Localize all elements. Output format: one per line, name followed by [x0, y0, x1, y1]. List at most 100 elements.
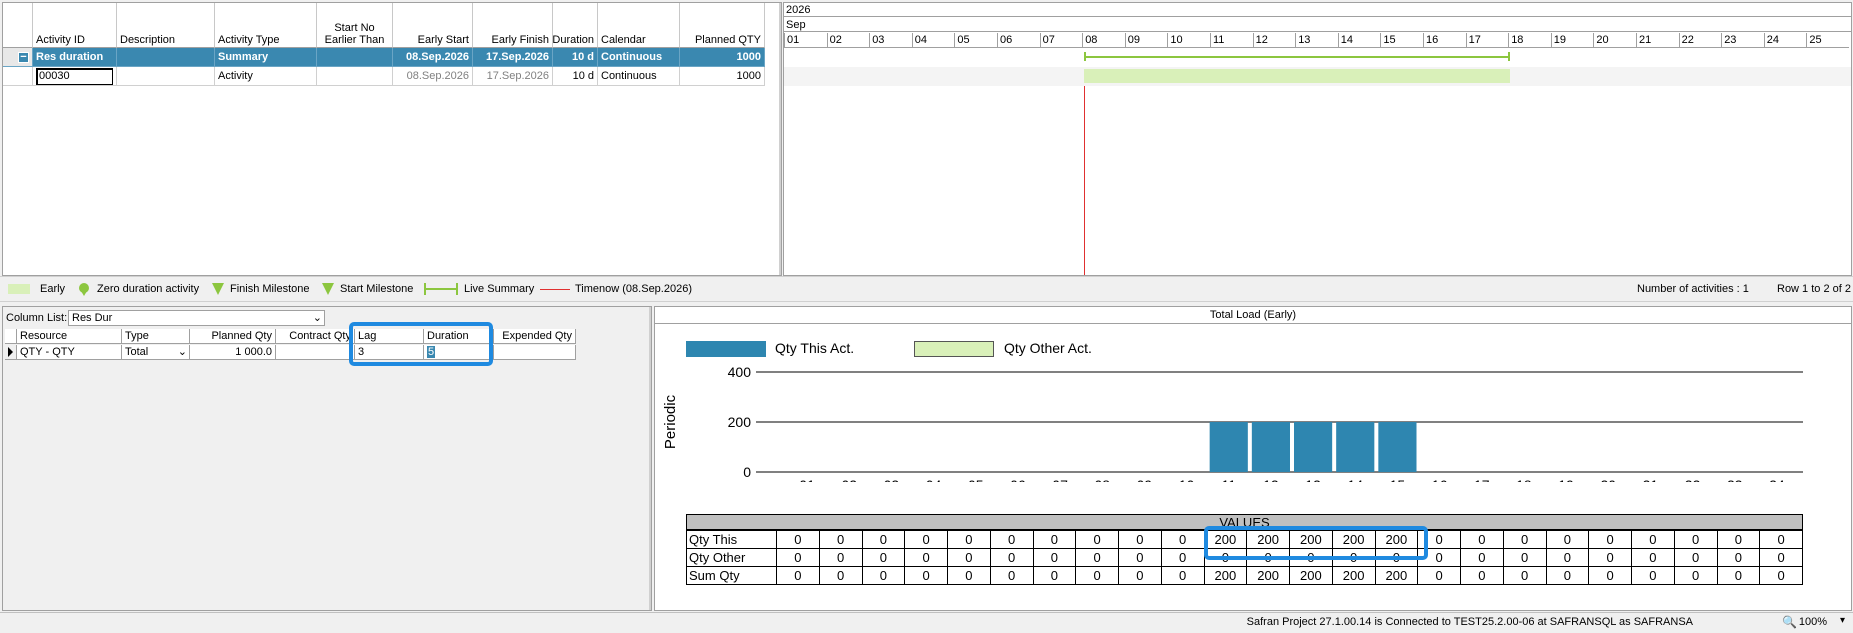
col-expended-qty[interactable]: Expended Qty: [494, 329, 576, 344]
x-tick-label: 14: [1347, 477, 1363, 482]
description[interactable]: [117, 48, 215, 67]
bar-qty-this-12: [1251, 422, 1290, 472]
zero-duration-icon: [79, 283, 89, 296]
panel-splitter[interactable]: [649, 307, 651, 610]
early-finish[interactable]: 17.Sep.2026: [473, 67, 553, 86]
planned-qty[interactable]: 1000: [680, 67, 765, 86]
legend-live-summary: Live Summary: [464, 283, 535, 295]
activity-type[interactable]: Activity: [215, 67, 317, 86]
value-cell: 0: [1118, 566, 1162, 585]
col-calendar[interactable]: Calendar: [598, 3, 680, 48]
duration[interactable]: 10 d: [553, 67, 598, 86]
value-cell: 200: [1203, 566, 1248, 585]
column-list-select[interactable]: Res Dur ⌄: [68, 310, 325, 326]
col-planned-qty[interactable]: Planned Qty: [190, 329, 276, 344]
column-list-label: Column List:: [6, 312, 68, 324]
value-cell: 200: [1289, 566, 1333, 585]
legend-this-swatch: [686, 341, 766, 357]
load-bar-chart[interactable]: Periodic 0 200 400 01 02 03 04 05 06 07 08 09 10 11 12 1…: [655, 362, 1851, 482]
activity-id-cell[interactable]: 00030: [33, 67, 117, 86]
col-description[interactable]: Description: [117, 3, 215, 48]
activity-type[interactable]: Summary: [215, 48, 317, 67]
planned-qty-cell[interactable]: 1 000.0: [190, 345, 276, 360]
col-contract-qty[interactable]: Contract Qty: [276, 329, 355, 344]
value-cell: 0: [1160, 566, 1205, 585]
gantt-chart[interactable]: 2026 Sep 01 02 03 04 05 06 07 08 09 10 11 12 13 14 15 1…: [783, 2, 1852, 276]
start-no-earlier-than[interactable]: [317, 48, 393, 67]
activity-early-bar[interactable]: [1084, 69, 1510, 83]
value-cell: 0: [818, 566, 863, 585]
x-tick-label: 12: [1263, 477, 1279, 482]
grid-row-activity[interactable]: 00030 Activity 08.Sep.2026 17.Sep.2026 1…: [3, 67, 781, 86]
zoom-dropdown-icon[interactable]: ▾: [1840, 615, 1845, 626]
y-axis-label: Periodic: [662, 394, 679, 449]
col-resource[interactable]: Resource: [17, 329, 122, 344]
value-cell: 0: [776, 566, 820, 585]
gantt-day-22: 22: [1678, 33, 1722, 48]
gantt-day-10: 10: [1167, 33, 1210, 48]
gantt-day-16: 16: [1423, 33, 1466, 48]
early-start[interactable]: 08.Sep.2026: [393, 67, 473, 86]
activity-id-editor[interactable]: 00030: [36, 68, 113, 85]
x-tick-label: 08: [1094, 477, 1110, 482]
value-cell: 0: [1759, 566, 1803, 585]
resource-cell[interactable]: QTY - QTY: [17, 345, 122, 360]
early-finish[interactable]: 17.Sep.2026: [473, 48, 553, 67]
timenow-swatch: [540, 289, 570, 290]
live-summary-bar[interactable]: [1084, 56, 1510, 58]
early-start[interactable]: 08.Sep.2026: [393, 48, 473, 67]
chevron-down-icon[interactable]: ⌄: [178, 345, 187, 360]
zoom-icon[interactable]: 🔍: [1782, 615, 1797, 629]
col-planned-qty[interactable]: Planned QTY: [680, 3, 765, 48]
value-cell: 0: [776, 530, 820, 549]
col-early-start[interactable]: Early Start: [393, 3, 473, 48]
value-cell: 0: [1118, 548, 1162, 567]
zoom-level[interactable]: 100%: [1799, 616, 1827, 628]
gantt-day-03: 03: [869, 33, 912, 48]
gantt-day-04: 04: [911, 33, 955, 48]
value-cell: 0: [861, 566, 906, 585]
col-type[interactable]: Type: [122, 329, 190, 344]
x-tick-label: 15: [1390, 477, 1406, 482]
value-cell: 0: [1588, 566, 1632, 585]
description[interactable]: [117, 67, 215, 86]
qty-this-highlight: [1204, 526, 1428, 560]
planned-qty[interactable]: 1000: [680, 48, 765, 67]
x-tick-label: 23: [1727, 477, 1743, 482]
gantt-day-02: 02: [826, 33, 870, 48]
gantt-day-21: 21: [1636, 33, 1679, 48]
calendar[interactable]: Continuous: [598, 48, 680, 67]
finish-milestone-icon: [212, 283, 224, 295]
collapse-icon[interactable]: −: [18, 52, 29, 63]
expended-qty-cell[interactable]: [494, 345, 576, 360]
col-duration[interactable]: Duration: [552, 3, 598, 48]
col-early-finish[interactable]: Early Finish: [473, 3, 553, 48]
row-selector[interactable]: [5, 345, 17, 360]
type-cell[interactable]: Total ⌄: [122, 345, 190, 360]
chevron-down-icon[interactable]: ⌄: [313, 311, 322, 325]
activity-id[interactable]: Res duration: [33, 48, 117, 67]
grid-row-summary[interactable]: − Res duration Summary 08.Sep.2026 17.Se…: [3, 48, 781, 67]
col-activity-id[interactable]: Activity ID: [33, 3, 117, 48]
value-cell: 0: [947, 530, 991, 549]
value-cell: 0: [776, 548, 820, 567]
col-activity-type[interactable]: Activity Type: [215, 3, 317, 48]
type-value: Total: [125, 346, 149, 358]
value-cell: 0: [904, 548, 948, 567]
row-header: [3, 67, 33, 86]
activity-grid[interactable]: Activity ID Description Activity Type St…: [2, 2, 782, 276]
value-cell: 0: [1160, 530, 1205, 549]
start-no-earlier-than[interactable]: [317, 67, 393, 86]
gantt-day-05: 05: [954, 33, 997, 48]
col-start-no-earlier-than[interactable]: Start No Earlier Than: [317, 3, 393, 48]
x-tick-label: 11: [1221, 477, 1236, 482]
value-cell: 0: [1032, 530, 1077, 549]
value-cell: 0: [1160, 548, 1205, 567]
duration[interactable]: 10 d: [553, 48, 598, 67]
contract-qty-cell[interactable]: [276, 345, 355, 360]
value-cell: 0: [1716, 530, 1761, 549]
calendar[interactable]: Continuous: [598, 67, 680, 86]
x-tick-label: 07: [1052, 477, 1068, 482]
x-tick-label: 18: [1516, 477, 1532, 482]
resource-panel: Column List: Res Dur ⌄ Resource Type Pla…: [2, 306, 652, 611]
